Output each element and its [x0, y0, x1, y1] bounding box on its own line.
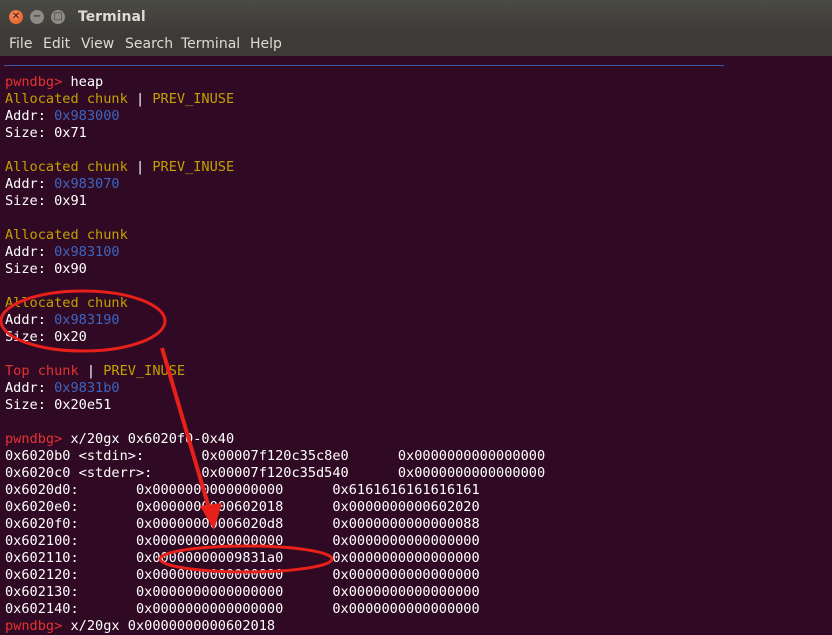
addr-value: 0x983100 — [54, 244, 120, 260]
addr-label: Addr: — [5, 380, 55, 396]
chunk-size: Size: 0x20e51 — [5, 397, 112, 413]
chunk-size: Size: 0x91 — [5, 193, 87, 209]
maximize-icon[interactable]: □ — [51, 10, 65, 24]
addr-value: 0x983000 — [54, 108, 120, 124]
chunk-status: Allocated chunk — [5, 159, 128, 175]
memory-row: 0x602110: 0x00000000009831a0 0x000000000… — [5, 550, 480, 566]
chunk-flag: PREV_INUSE — [152, 91, 235, 107]
prompt-line-heap: pwndbg> heap — [5, 74, 103, 91]
addr-label: Addr: — [5, 244, 55, 260]
chunk-status: Allocated chunk — [5, 295, 128, 311]
chunk-flag: PREV_INUSE — [103, 363, 186, 379]
window-title: Terminal — [78, 9, 146, 25]
prompt: pwndbg> — [5, 618, 63, 634]
chunk-addr: Addr: 0x983000 — [5, 108, 120, 125]
menu-edit[interactable]: Edit — [43, 36, 70, 52]
chunk-header: Allocated chunk — [5, 227, 128, 244]
memory-row: 0x6020d0: 0x0000000000000000 0x616161616… — [5, 482, 480, 498]
chunk-status: Allocated chunk — [5, 227, 128, 243]
close-icon[interactable]: ✕ — [9, 10, 23, 24]
prompt: pwndbg> — [5, 74, 63, 90]
terminal-output[interactable]: pwndbg> heap Allocated chunk | PREV_INUS… — [0, 56, 832, 635]
title-bar: ✕ − □ Terminal — [0, 0, 832, 34]
addr-label: Addr: — [5, 312, 55, 328]
chunk-status: Top chunk — [5, 363, 79, 379]
prompt-line-last: pwndbg> x/20gx 0x0000000000602018 — [5, 618, 275, 635]
memory-row: 0x6020b0 <stdin>: 0x00007f120c35c8e0 0x0… — [5, 448, 546, 464]
addr-value: 0x983190 — [54, 312, 120, 328]
memory-row: 0x6020e0: 0x0000000000602018 0x000000000… — [5, 499, 480, 515]
command-text: x/20gx 0x0000000000602018 — [70, 618, 276, 634]
menu-help[interactable]: Help — [250, 36, 282, 52]
chunk-addr: Addr: 0x983190 — [5, 312, 120, 329]
menu-file[interactable]: File — [9, 36, 32, 52]
top-chunk-header: Top chunk | PREV_INUSE — [5, 363, 185, 380]
chunk-header: Allocated chunk — [5, 295, 128, 312]
chunk-addr: Addr: 0x983070 — [5, 176, 120, 193]
command-text: x/20gx 0x6020f0-0x40 — [70, 431, 235, 447]
chunk-header: Allocated chunk | PREV_INUSE — [5, 91, 234, 108]
addr-value: 0x9831b0 — [54, 380, 120, 396]
prompt: pwndbg> — [5, 431, 63, 447]
chunk-separator: | — [127, 159, 153, 175]
chunk-flag: PREV_INUSE — [152, 159, 235, 175]
chunk-header: Allocated chunk | PREV_INUSE — [5, 159, 234, 176]
chunk-size: Size: 0x90 — [5, 261, 87, 277]
minimize-icon[interactable]: − — [30, 10, 44, 24]
addr-value: 0x983070 — [54, 176, 120, 192]
menu-terminal[interactable]: Terminal — [181, 36, 240, 52]
separator-line — [4, 65, 724, 66]
memory-row: 0x6020f0: 0x00000000006020d8 0x000000000… — [5, 516, 480, 532]
chunk-size: Size: 0x71 — [5, 125, 87, 141]
memory-row: 0x602120: 0x0000000000000000 0x000000000… — [5, 567, 480, 583]
chunk-separator: | — [78, 363, 104, 379]
menu-bar: File Edit View Search Terminal Help — [0, 34, 832, 56]
menu-search[interactable]: Search — [125, 36, 173, 52]
chunk-status: Allocated chunk — [5, 91, 128, 107]
chunk-addr: Addr: 0x983100 — [5, 244, 120, 261]
memory-row: 0x6020c0 <stderr>: 0x00007f120c35d540 0x… — [5, 465, 546, 481]
menu-view[interactable]: View — [81, 36, 114, 52]
chunk-addr: Addr: 0x9831b0 — [5, 380, 120, 397]
command-text: heap — [70, 74, 104, 90]
addr-label: Addr: — [5, 176, 55, 192]
memory-row: 0x602140: 0x0000000000000000 0x000000000… — [5, 601, 480, 617]
addr-label: Addr: — [5, 108, 55, 124]
chunk-size: Size: 0x20 — [5, 329, 87, 345]
memory-row: 0x602100: 0x0000000000000000 0x000000000… — [5, 533, 480, 549]
prompt-line-examine: pwndbg> x/20gx 0x6020f0-0x40 — [5, 431, 234, 448]
memory-row: 0x602130: 0x0000000000000000 0x000000000… — [5, 584, 480, 600]
chunk-separator: | — [127, 91, 153, 107]
